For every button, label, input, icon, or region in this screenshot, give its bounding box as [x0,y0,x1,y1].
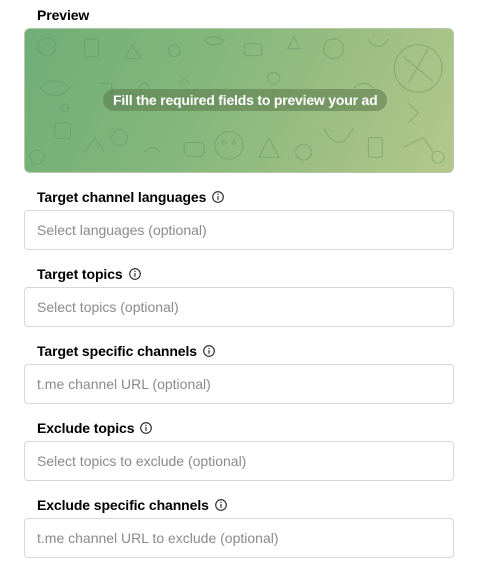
field-label-target-languages: Target channel languages [37,189,225,205]
target-topics-placeholder: Select topics (optional) [37,299,179,315]
exclude-channels-placeholder: t.me channel URL to exclude (optional) [37,530,279,546]
exclude-topics-placeholder: Select topics to exclude (optional) [37,453,247,469]
info-icon[interactable] [128,268,141,280]
field-label-exclude-topics: Exclude topics [37,420,153,436]
target-languages-placeholder: Select languages (optional) [37,222,207,238]
field-label-text: Target specific channels [37,343,197,359]
target-channels-input[interactable]: t.me channel URL (optional) [24,364,454,404]
field-label-text: Exclude specific channels [37,497,209,513]
field-label-text: Target topics [37,266,123,282]
field-label-text: Exclude topics [37,420,135,436]
target-topics-select[interactable]: Select topics (optional) [24,287,454,327]
target-languages-select[interactable]: Select languages (optional) [24,210,454,250]
preview-title: Preview [37,7,90,23]
preview-placeholder-message: Fill the required fields to preview your… [103,89,388,111]
info-icon[interactable] [214,499,227,511]
info-icon[interactable] [212,191,225,203]
ad-preview: Fill the required fields to preview your… [24,28,454,173]
exclude-topics-select[interactable]: Select topics to exclude (optional) [24,441,454,481]
info-icon[interactable] [203,345,215,357]
exclude-channels-input[interactable]: t.me channel URL to exclude (optional) [24,518,454,558]
field-label-text: Target channel languages [37,189,207,205]
field-label-target-channels: Target specific channels [37,343,215,359]
field-label-exclude-channels: Exclude specific channels [37,497,227,513]
field-label-target-topics: Target topics [37,266,141,282]
info-icon[interactable] [140,422,153,434]
target-channels-placeholder: t.me channel URL (optional) [37,376,211,392]
